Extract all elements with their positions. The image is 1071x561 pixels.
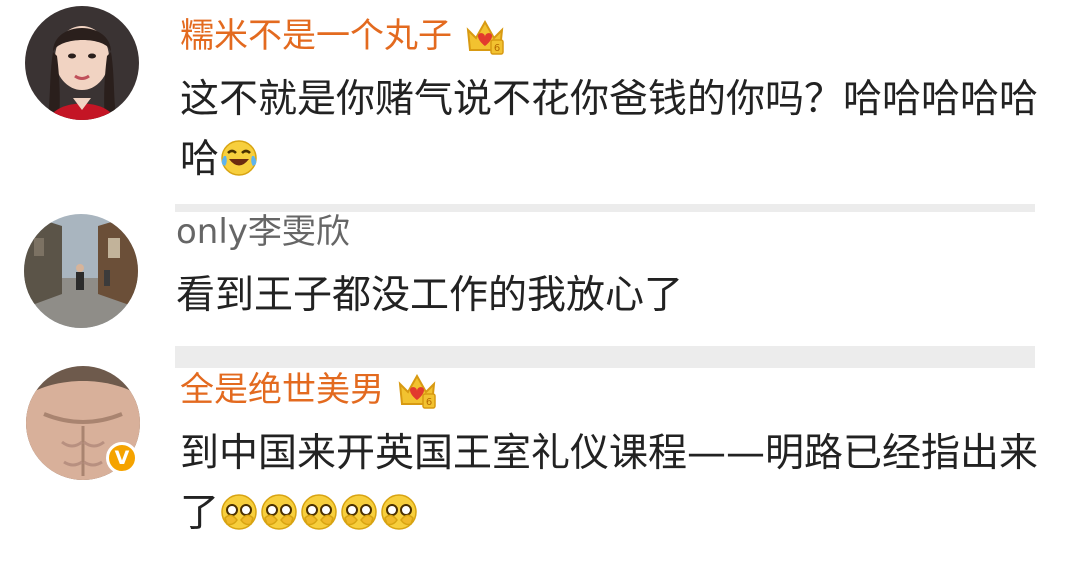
username[interactable]: only李雯欣: [176, 212, 350, 252]
crown-icon: 6: [466, 19, 504, 55]
comment-text: 到中国来开英国王室礼仪课程——明路已经指出来了: [180, 424, 1040, 544]
username[interactable]: 全是绝世美男 6: [180, 370, 438, 410]
comment-item: V 全是绝世美男 6 到中国来开英国王室礼仪课程——明路已经指出来了: [0, 350, 1071, 561]
comment-text-content: 这不就是你赌气说不花你爸钱的你吗？哈哈哈哈哈哈: [180, 77, 1039, 182]
comment-text: 这不就是你赌气说不花你爸钱的你吗？哈哈哈哈哈哈: [180, 70, 1040, 190]
verified-badge-icon: V: [106, 442, 138, 474]
svg-text:6: 6: [426, 397, 432, 408]
comment-text: 看到王子都没工作的我放心了: [176, 266, 1036, 326]
crown-icon: 6: [398, 373, 436, 409]
comment-item: only李雯欣 看到王子都没工作的我放心了: [0, 200, 1071, 340]
peek-emoji-icon: [261, 494, 297, 530]
peek-emoji-icon: [221, 494, 257, 530]
username-text[interactable]: only李雯欣: [176, 212, 350, 252]
emoji-group: [219, 491, 419, 536]
avatar[interactable]: [24, 214, 138, 328]
username-text[interactable]: 全是绝世美男: [180, 370, 384, 410]
svg-text:6: 6: [494, 43, 500, 54]
laugh-cry-emoji-icon: [221, 140, 257, 176]
peek-emoji-icon: [381, 494, 417, 530]
comment-text-content: 看到王子都没工作的我放心了: [176, 273, 684, 318]
comment-item: 糯米不是一个丸子 6 这不就是你赌气说不花你爸钱的你吗？哈哈哈哈哈哈: [0, 0, 1071, 200]
peek-emoji-icon: [341, 494, 377, 530]
username-text[interactable]: 糯米不是一个丸子: [180, 16, 452, 56]
peek-emoji-icon: [301, 494, 337, 530]
username[interactable]: 糯米不是一个丸子 6: [180, 16, 506, 56]
avatar[interactable]: [25, 6, 139, 120]
